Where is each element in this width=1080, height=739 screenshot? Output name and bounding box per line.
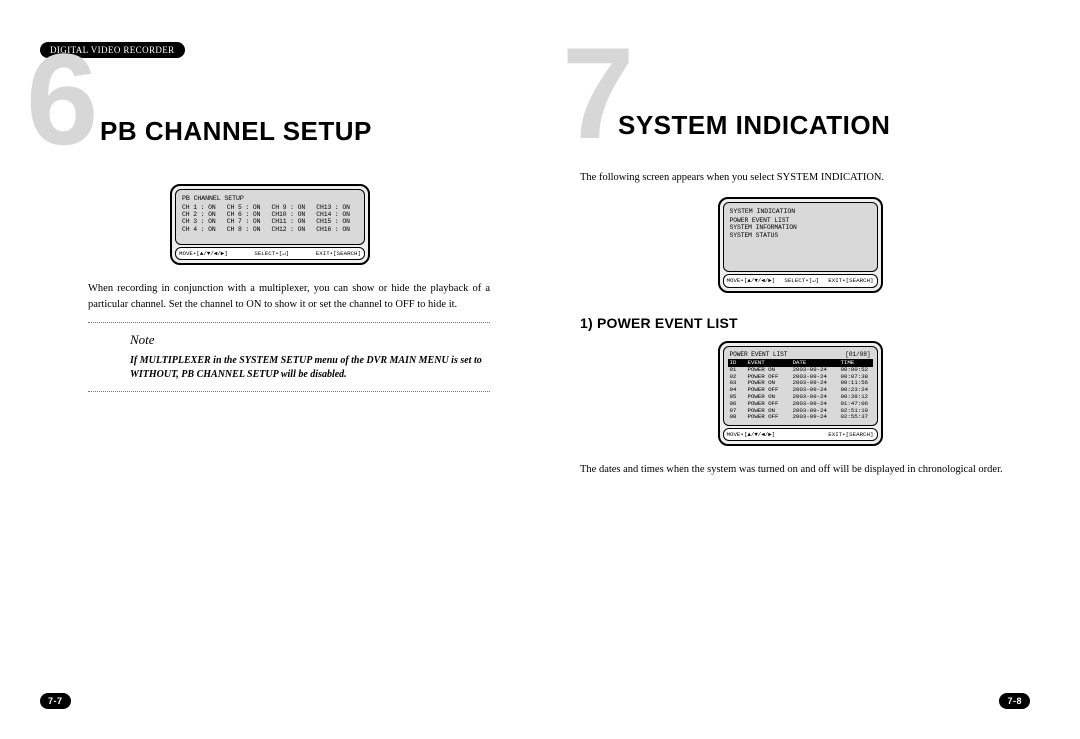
pel-page-indicator: [01/08] [845, 351, 870, 358]
osd-title: SYSTEM INDICATION [730, 208, 871, 216]
intro-paragraph: The following screen appears when you se… [580, 170, 1030, 185]
osd-ch: CH 6 : ON [227, 211, 269, 218]
osd-footer: MOVE•[▲/▼/◀/▶] EXIT•[SEARCH] [723, 428, 878, 441]
osd-ch: CH15 : ON [316, 218, 358, 225]
osd-footer-move: MOVE•[▲/▼/◀/▶] [727, 277, 776, 285]
page-number: 7-7 [40, 693, 71, 709]
chapter-number: 6 [26, 34, 92, 164]
pel-title: POWER EVENT LIST [730, 351, 788, 358]
osd-footer-move: MOVE•[▲/▼/◀/▶] [727, 431, 776, 439]
chapter-heading-block: 7 SYSTEM INDICATION [570, 58, 1030, 148]
osd-footer-select: SELECT•[↵] [784, 277, 819, 285]
osd-ch: CH16 : ON [316, 226, 358, 233]
osd-ch: CH 8 : ON [227, 226, 269, 233]
divider-dotted [88, 391, 490, 392]
osd-ch: CH11 : ON [272, 218, 314, 225]
table-row: 08POWER OFF2003-09-2402:55:37 [728, 414, 873, 421]
osd-pb-channel-setup: PB CHANNEL SETUP CH 1 : ON CH 5 : ON CH … [170, 184, 370, 265]
divider-dotted [88, 322, 490, 323]
note-body: If MULTIPLEXER in the SYSTEM SETUP menu … [130, 354, 500, 383]
osd-ch: CH 3 : ON [182, 218, 224, 225]
osd-channel-grid: CH 1 : ON CH 5 : ON CH 9 : ON CH13 : ON … [182, 204, 358, 233]
page-footer: 7-8 [570, 693, 1030, 709]
osd-footer-move: MOVE•[▲/▼/◀/▶] [179, 250, 228, 258]
page-number: 7-8 [999, 693, 1030, 709]
osd-footer-exit: EXIT•[SEARCH] [828, 431, 873, 439]
subheading-power-event-list: 1) POWER EVENT LIST [580, 313, 1030, 333]
osd-footer-exit: EXIT•[SEARCH] [828, 277, 873, 285]
osd-ch: CH 4 : ON [182, 226, 224, 233]
left-page: DIGITAL VIDEO RECORDER 6 PB CHANNEL SETU… [0, 0, 540, 739]
osd-footer: MOVE•[▲/▼/◀/▶] SELECT•[↵] EXIT•[SEARCH] [723, 274, 878, 287]
body-paragraph: When recording in conjunction with a mul… [88, 281, 490, 311]
right-page: 7 SYSTEM INDICATION The following screen… [540, 0, 1080, 739]
osd-footer-select: SELECT•[↵] [254, 250, 289, 258]
osd-menu-item: SYSTEM INFORMATION [730, 224, 871, 231]
osd-ch: CH12 : ON [272, 226, 314, 233]
osd-ch: CH10 : ON [272, 211, 314, 218]
osd-menu-item: POWER EVENT LIST [730, 217, 871, 224]
osd-footer: MOVE•[▲/▼/◀/▶] SELECT•[↵] EXIT•[SEARCH] [175, 247, 365, 260]
note-label: Note [130, 331, 500, 350]
chapter-heading-block: 6 PB CHANNEL SETUP [40, 64, 500, 154]
osd-footer-exit: EXIT•[SEARCH] [316, 250, 361, 258]
osd-power-event-list: POWER EVENT LIST [01/08] ID EVENT DATE T… [718, 341, 883, 447]
osd-ch: CH 7 : ON [227, 218, 269, 225]
chapter-title: PB CHANNEL SETUP [100, 116, 372, 147]
osd-system-indication: SYSTEM INDICATION POWER EVENT LIST SYSTE… [718, 197, 883, 292]
page-footer: 7-7 [40, 693, 500, 709]
osd-title: PB CHANNEL SETUP [182, 195, 358, 203]
osd-ch: CH 1 : ON [182, 204, 224, 211]
osd-ch: CH13 : ON [316, 204, 358, 211]
page-spread: DIGITAL VIDEO RECORDER 6 PB CHANNEL SETU… [0, 0, 1080, 739]
chapter-title: SYSTEM INDICATION [618, 110, 890, 141]
osd-ch: CH 5 : ON [227, 204, 269, 211]
osd-ch: CH 9 : ON [272, 204, 314, 211]
body-paragraph: The dates and times when the system was … [580, 462, 1030, 477]
osd-ch: CH 2 : ON [182, 211, 224, 218]
pel-header: POWER EVENT LIST [01/08] [730, 351, 871, 358]
osd-menu-item: SYSTEM STATUS [730, 232, 871, 239]
osd-ch: CH14 : ON [316, 211, 358, 218]
